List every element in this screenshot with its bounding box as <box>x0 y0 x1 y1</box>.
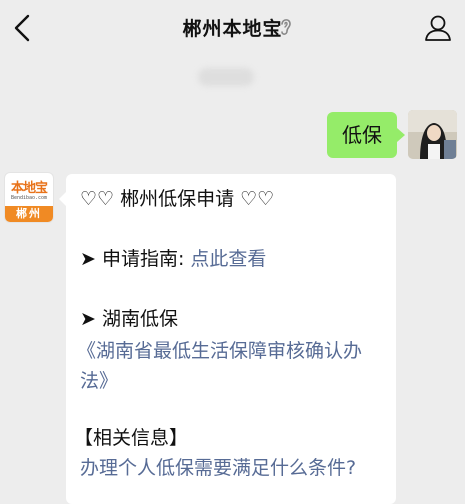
chat-header: 郴州本地宝 <box>0 0 465 56</box>
message-heading: ♡♡ 郴州低保申请 ♡♡ <box>80 188 275 210</box>
logo-city: 郴州 <box>5 206 53 222</box>
avatar-photo-icon <box>408 110 457 159</box>
hunan-label: ➤ 湖南低保 <box>80 308 178 330</box>
chat-title: 郴州本地宝 <box>182 18 283 40</box>
profile-icon[interactable] <box>423 13 453 43</box>
my-message-text: 低保 <box>342 123 382 147</box>
logo-text: 本地宝 <box>10 181 48 196</box>
logo-url: Bendibao.com <box>10 195 48 201</box>
doc-link-line2[interactable]: 法》 <box>80 368 118 394</box>
my-avatar[interactable] <box>408 110 457 159</box>
related-link[interactable]: 办理个人低保需要满足什么条件? <box>80 455 356 481</box>
bot-avatar[interactable]: 本地宝 Bendibao.com 郴州 <box>4 172 54 223</box>
related-label: 【相关信息】 <box>74 427 189 449</box>
timestamp-blurred <box>198 68 254 86</box>
doc-link-line1[interactable]: 《湖南省最低生活保障审核确认办 <box>77 338 362 364</box>
my-message-bubble[interactable]: 低保 <box>327 112 405 158</box>
guide-row: ➤ 申请指南: 点此查看 <box>80 246 266 272</box>
guide-link[interactable]: 点此查看 <box>190 248 266 270</box>
guide-label: ➤ 申请指南: <box>80 248 191 270</box>
ear-icon <box>281 19 291 35</box>
bot-message-bubble: ♡♡ 郴州低保申请 ♡♡ ➤ 申请指南: 点此查看 ➤ 湖南低保 《湖南省最低生… <box>59 174 396 504</box>
